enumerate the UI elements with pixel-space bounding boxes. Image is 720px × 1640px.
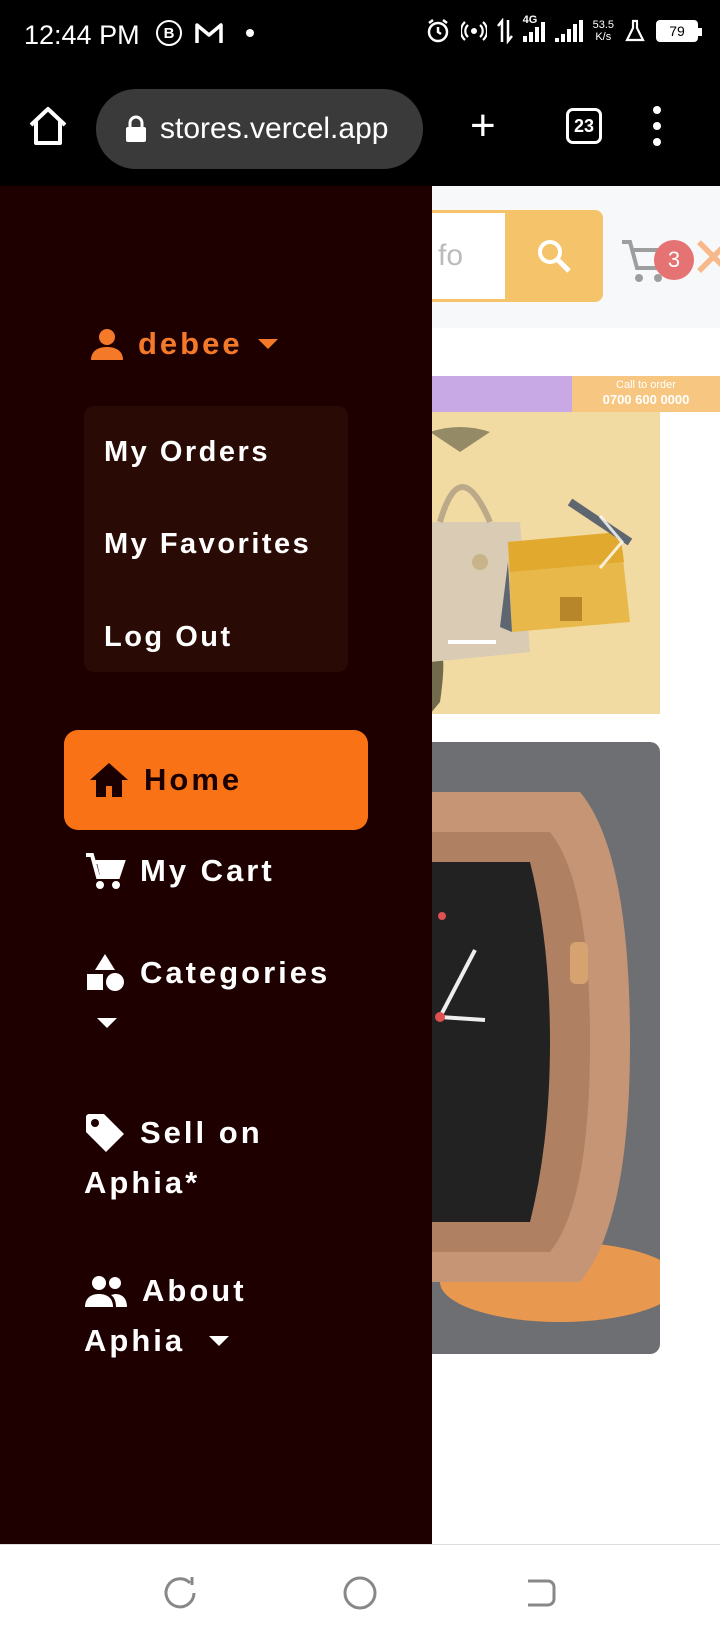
- carousel-indicator: [448, 640, 496, 644]
- network-speed: 53.5 K/s: [592, 19, 614, 43]
- hotspot-icon: [460, 21, 487, 41]
- chevron-down-icon[interactable]: [96, 1016, 118, 1030]
- lock-icon: [126, 115, 146, 142]
- signal-2-icon: [554, 20, 583, 42]
- cart-count-badge: 3: [654, 240, 694, 280]
- nav-about-line1: About: [142, 1273, 247, 1308]
- nav-about-line2: Aphia: [84, 1323, 186, 1358]
- recent-apps-icon[interactable]: [160, 1573, 200, 1613]
- call-to-order: Call to order 0700 600 0000: [572, 376, 720, 412]
- username: debee: [138, 326, 243, 361]
- battery-icon: 79: [656, 20, 702, 42]
- nav-sell-line2: Aphia*: [84, 1165, 201, 1200]
- more-notifications-icon: [246, 29, 254, 37]
- status-bar: 12:44 PM B 4G 53.5 K/s 79: [0, 0, 720, 72]
- nav-my-cart-label: My Cart: [140, 853, 275, 888]
- navigation-drawer: debee My Orders My Favorites Log Out Hom…: [0, 186, 432, 1544]
- my-favorites-link[interactable]: My Favorites: [104, 528, 311, 561]
- signal-4g: 4G: [522, 14, 545, 42]
- smartwatch-product-image[interactable]: [430, 742, 660, 1354]
- people-icon: [85, 1276, 127, 1307]
- log-out-link[interactable]: Log Out: [104, 621, 233, 654]
- tag-icon: [86, 1114, 124, 1152]
- carousel-next-icon[interactable]: [596, 512, 626, 572]
- chevron-down-icon: [257, 339, 278, 349]
- browser-toolbar: stores.vercel.app + 23: [0, 72, 720, 186]
- back-icon[interactable]: [520, 1573, 560, 1613]
- user-menu-toggle[interactable]: debee: [90, 326, 279, 362]
- chevron-down-icon[interactable]: [209, 1336, 230, 1346]
- new-tab-button[interactable]: +: [470, 104, 496, 148]
- alarm-icon: [427, 19, 448, 43]
- my-orders-link[interactable]: My Orders: [104, 436, 270, 469]
- status-time: 12:44 PM: [24, 20, 140, 50]
- gmail-icon: [195, 23, 223, 43]
- nav-sell-line1: Sell on: [140, 1115, 263, 1150]
- home-nav-icon[interactable]: [340, 1573, 380, 1613]
- home-icon[interactable]: [26, 104, 70, 148]
- system-navigation-bar: [0, 1544, 720, 1640]
- user-icon: [91, 329, 123, 360]
- nav-sell-on-aphia[interactable]: Sell on Aphia*: [84, 1108, 384, 1208]
- search-icon: [538, 240, 571, 273]
- smartwatch-illustration: [430, 792, 660, 1322]
- user-dropdown-menu: My Orders My Favorites Log Out: [84, 406, 348, 672]
- data-transfer-icon: [496, 18, 513, 44]
- nav-my-cart[interactable]: My Cart: [84, 851, 275, 891]
- tab-switcher-button[interactable]: 23: [566, 108, 602, 144]
- nav-categories[interactable]: Categories: [84, 952, 330, 994]
- home-icon: [90, 763, 128, 797]
- promo-strip: Call to order 0700 600 0000: [430, 376, 720, 412]
- close-icon[interactable]: ✕: [690, 230, 720, 286]
- nav-about-aphia[interactable]: About Aphia: [84, 1266, 384, 1366]
- search-button[interactable]: [505, 210, 603, 302]
- nav-home[interactable]: Home: [64, 730, 368, 830]
- url-text: stores.vercel.app: [160, 112, 389, 145]
- b-notification-icon: B: [156, 20, 182, 46]
- nav-categories-label: Categories: [140, 955, 331, 990]
- browser-menu-button[interactable]: [652, 106, 662, 146]
- address-bar[interactable]: stores.vercel.app: [96, 89, 423, 169]
- flask-icon: [625, 19, 645, 42]
- category-shapes-icon: [87, 954, 124, 991]
- nav-home-label: Home: [144, 762, 243, 797]
- cart-icon: [86, 853, 126, 889]
